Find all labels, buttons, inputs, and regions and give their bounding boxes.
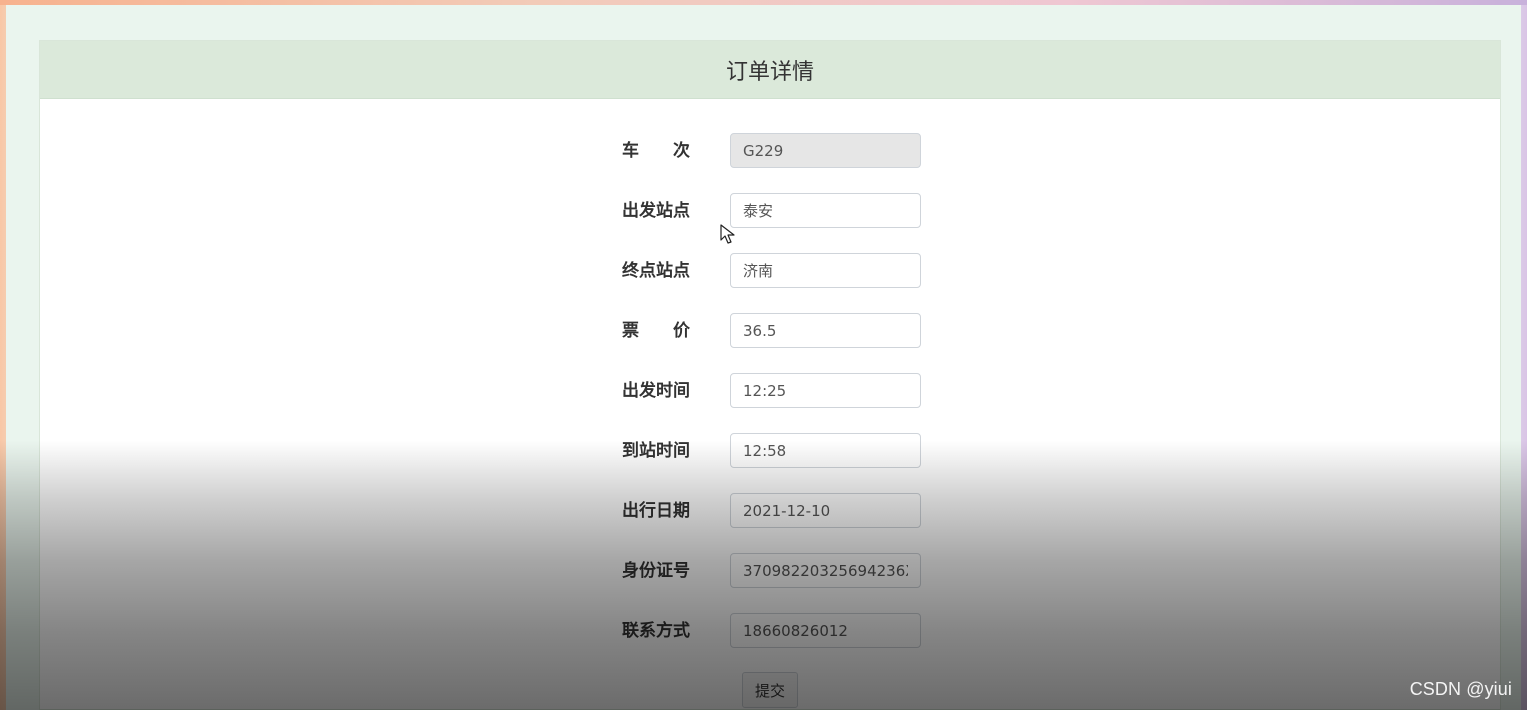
- arrival-time-input[interactable]: [730, 433, 921, 468]
- ticket-price-row: 票 价: [40, 313, 1500, 349]
- submit-button[interactable]: 提交: [742, 672, 798, 708]
- ticket-price-input[interactable]: [730, 313, 921, 348]
- train-number-label: 车 次: [622, 141, 690, 161]
- departure-station-label: 出发站点: [622, 201, 690, 221]
- departure-time-input[interactable]: [730, 373, 921, 408]
- travel-date-input[interactable]: [730, 493, 921, 528]
- departure-time-label: 出发时间: [622, 381, 690, 401]
- travel-date-label: 出行日期: [622, 501, 690, 521]
- travel-date-row: 出行日期: [40, 493, 1500, 529]
- arrival-station-input[interactable]: [730, 253, 921, 288]
- id-number-label: 身份证号: [622, 561, 690, 581]
- departure-time-row: 出发时间: [40, 373, 1500, 409]
- departure-station-input[interactable]: [730, 193, 921, 228]
- arrival-time-label: 到站时间: [622, 441, 690, 461]
- departure-station-row: 出发站点: [40, 193, 1500, 229]
- order-details-panel: 订单详情 车 次 出发站点 终点站点 票 价 出发时间 到站时间 出行日期: [39, 40, 1501, 710]
- arrival-time-row: 到站时间: [40, 433, 1500, 469]
- train-number-row: 车 次: [40, 133, 1500, 169]
- arrival-station-row: 终点站点: [40, 253, 1500, 289]
- contact-label: 联系方式: [622, 621, 690, 641]
- watermark-text: CSDN @yiui: [1409, 679, 1512, 699]
- contact-input[interactable]: [730, 613, 921, 648]
- arrival-station-label: 终点站点: [622, 261, 690, 281]
- ticket-price-label: 票 价: [622, 321, 690, 341]
- id-number-row: 身份证号: [40, 553, 1500, 589]
- contact-row: 联系方式: [40, 613, 1500, 649]
- id-number-input[interactable]: [730, 553, 921, 588]
- train-number-input[interactable]: [730, 133, 921, 168]
- order-form: 车 次 出发站点 终点站点 票 价 出发时间 到站时间 出行日期: [40, 41, 1500, 709]
